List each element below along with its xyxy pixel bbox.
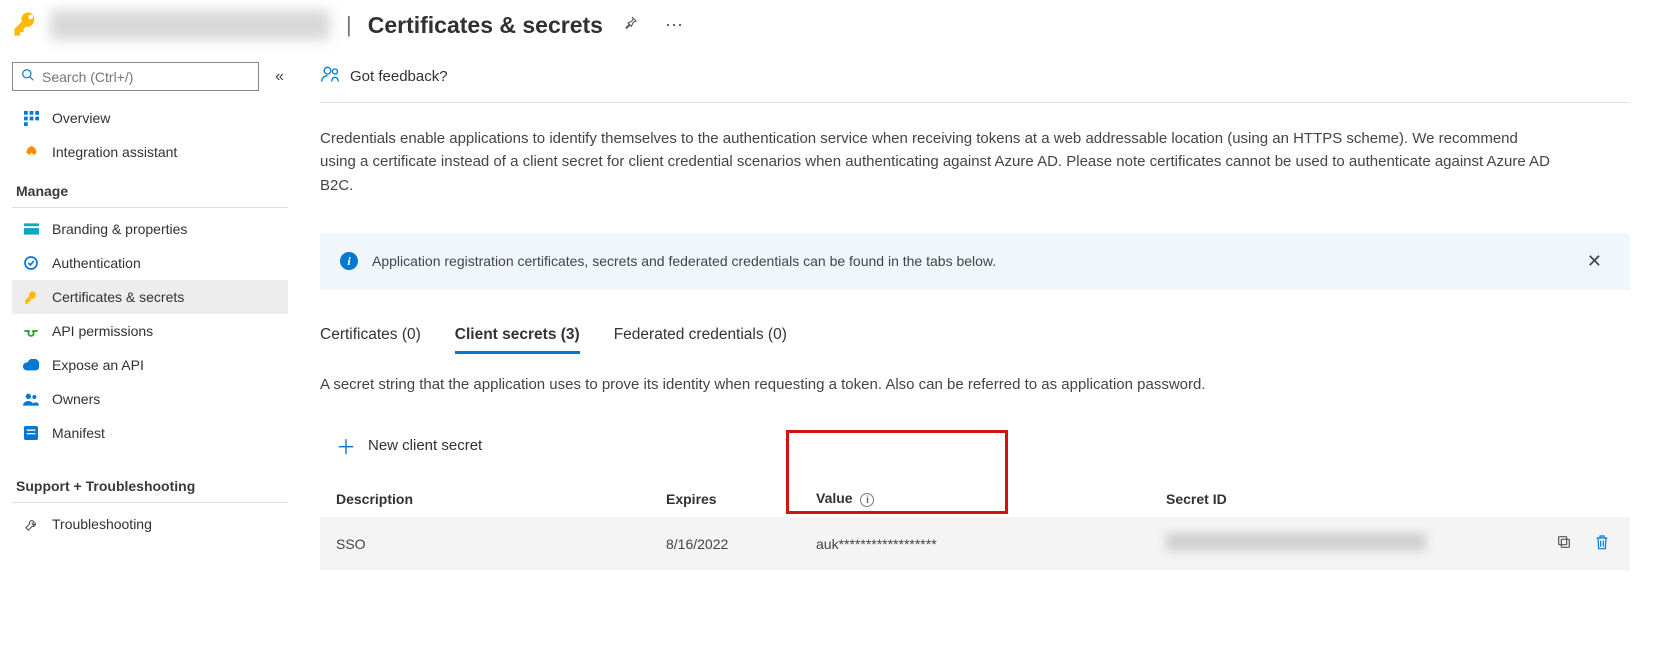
info-banner: i Application registration certificates,… [320, 233, 1630, 290]
key-small-icon [22, 290, 40, 305]
manifest-icon [22, 426, 40, 440]
sidebar-item-label: Integration assistant [52, 144, 177, 160]
pin-button[interactable] [613, 8, 647, 42]
copy-button[interactable] [1552, 529, 1576, 558]
rocket-icon [22, 145, 40, 160]
sidebar-item-troubleshooting[interactable]: Troubleshooting [12, 507, 288, 541]
info-icon: i [340, 252, 358, 270]
sidebar-item-label: Certificates & secrets [52, 289, 184, 305]
info-tooltip-icon[interactable]: i [860, 493, 874, 507]
table-row: SSO 8/16/2022 auk****************** [320, 517, 1630, 570]
sidebar-group-manage: Manage [12, 169, 288, 208]
col-expires: Expires [666, 491, 816, 507]
table-header: Description Expires Value i Secret ID [320, 480, 1630, 518]
delete-button[interactable] [1590, 529, 1614, 558]
search-input[interactable] [42, 69, 250, 85]
credentials-description: Credentials enable applications to ident… [320, 127, 1550, 197]
search-box[interactable] [12, 62, 259, 91]
chevron-double-left-icon: « [275, 68, 284, 85]
tab-federated-credentials[interactable]: Federated credentials (0) [614, 320, 787, 354]
cell-secret-id [1166, 533, 1534, 554]
cloud-icon [22, 359, 40, 371]
sidebar-item-overview[interactable]: Overview [12, 101, 288, 135]
page-header: | Certificates & secrets ⋯ [0, 0, 1656, 54]
cell-expires: 8/16/2022 [666, 536, 816, 552]
sidebar-group-support: Support + Troubleshooting [12, 464, 288, 503]
more-icon: ⋯ [665, 15, 683, 36]
key-icon [12, 10, 40, 41]
info-text: Application registration certificates, s… [372, 253, 996, 269]
sidebar-item-owners[interactable]: Owners [12, 382, 288, 416]
sidebar-item-label: Expose an API [52, 357, 144, 373]
col-secret-id: Secret ID [1166, 491, 1534, 507]
wrench-icon [22, 517, 40, 532]
pin-icon [622, 15, 638, 36]
main-content: Got feedback? Credentials enable applica… [302, 54, 1656, 570]
feedback-link[interactable]: Got feedback? [320, 54, 1630, 103]
sidebar-item-label: Troubleshooting [52, 516, 152, 532]
tabs: Certificates (0) Client secrets (3) Fede… [320, 320, 1630, 354]
sidebar-item-label: Authentication [52, 255, 141, 271]
sidebar-item-label: API permissions [52, 323, 153, 339]
card-icon [22, 223, 40, 235]
sidebar-item-manifest[interactable]: Manifest [12, 416, 288, 450]
copy-icon [1556, 534, 1572, 553]
secret-id-redacted [1166, 533, 1426, 551]
sidebar: « Overview Integration assistant Manage … [0, 54, 302, 570]
more-button[interactable]: ⋯ [657, 8, 691, 42]
cell-description: SSO [336, 536, 666, 552]
plus-icon: ＋ [336, 431, 356, 460]
col-value: Value i [816, 490, 1166, 508]
cell-value: auk****************** [816, 536, 1166, 552]
permissions-icon [22, 324, 40, 338]
new-client-secret-button[interactable]: ＋ New client secret [326, 423, 492, 468]
grid-icon [22, 111, 40, 126]
col-value-label: Value [816, 490, 853, 506]
col-description: Description [336, 491, 666, 507]
sidebar-item-label: Owners [52, 391, 100, 407]
dismiss-banner-button[interactable]: ✕ [1579, 247, 1610, 276]
feedback-label: Got feedback? [350, 68, 448, 85]
sidebar-item-certificates-secrets[interactable]: Certificates & secrets [12, 280, 288, 314]
trash-icon [1594, 533, 1610, 554]
sidebar-item-authentication[interactable]: Authentication [12, 246, 288, 280]
sidebar-item-label: Manifest [52, 425, 105, 441]
sidebar-item-expose-api[interactable]: Expose an API [12, 348, 288, 382]
sidebar-item-label: Branding & properties [52, 221, 187, 237]
secrets-table: Description Expires Value i Secret ID SS… [320, 480, 1630, 571]
tab-description: A secret string that the application use… [320, 376, 1630, 393]
people-icon [22, 392, 40, 406]
sidebar-item-integration-assistant[interactable]: Integration assistant [12, 135, 288, 169]
collapse-sidebar-button[interactable]: « [271, 64, 288, 90]
title-divider: | [346, 12, 352, 38]
tab-client-secrets[interactable]: Client secrets (3) [455, 320, 580, 354]
sidebar-item-branding[interactable]: Branding & properties [12, 212, 288, 246]
sidebar-item-api-permissions[interactable]: API permissions [12, 314, 288, 348]
auth-icon [22, 255, 40, 271]
tab-certificates[interactable]: Certificates (0) [320, 320, 421, 354]
feedback-icon [320, 64, 340, 88]
new-client-secret-label: New client secret [368, 437, 482, 454]
sidebar-item-label: Overview [52, 110, 110, 126]
app-name-redacted [50, 10, 330, 40]
close-icon: ✕ [1587, 251, 1602, 271]
search-icon [21, 68, 35, 85]
page-title: Certificates & secrets [368, 12, 603, 39]
